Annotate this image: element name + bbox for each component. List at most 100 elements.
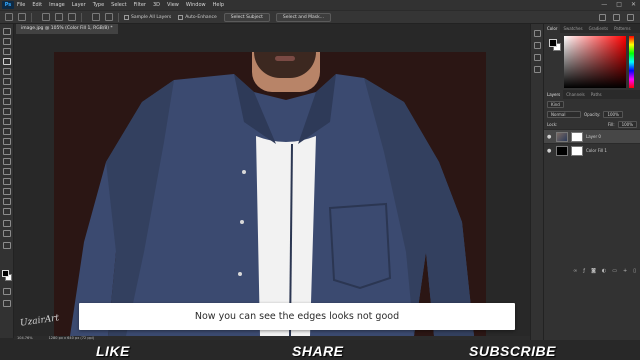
color-picker-field[interactable]	[564, 36, 626, 88]
menu-filter[interactable]: Filter	[134, 2, 146, 8]
layer-name: Layer 0	[586, 134, 601, 139]
workspace-icon[interactable]	[613, 14, 620, 21]
menu-image[interactable]: Image	[49, 2, 65, 8]
dodge-tool-icon[interactable]	[3, 168, 11, 175]
history-brush-tool-icon[interactable]	[3, 128, 11, 135]
healing-brush-tool-icon[interactable]	[3, 98, 11, 105]
brush-size-icon[interactable]	[92, 13, 100, 21]
foreground-swatch[interactable]	[549, 39, 557, 47]
trash-icon[interactable]: ▯	[633, 268, 636, 276]
zoom-level[interactable]: 104.76%	[17, 336, 33, 340]
tab-channels[interactable]: Channels	[563, 90, 588, 99]
tab-color[interactable]: Color	[544, 24, 561, 33]
caption-text: Now you can see the edges looks not good	[194, 311, 400, 322]
document-tab[interactable]: image.jpg @ 105% (Color Fill 1, RGB/8) *	[16, 24, 118, 34]
panel-icon-strip	[530, 24, 544, 340]
maximize-button[interactable]: □	[616, 1, 622, 8]
opacity-input[interactable]: 100%	[603, 110, 623, 118]
path-selection-tool-icon[interactable]	[3, 198, 11, 205]
subtract-from-selection-icon[interactable]	[68, 13, 76, 21]
layer-row[interactable]: ● Layer 0	[544, 129, 640, 143]
move-tool-icon[interactable]	[3, 28, 11, 35]
clone-stamp-tool-icon[interactable]	[3, 118, 11, 125]
sample-all-layers-checkbox[interactable]: Sample All Layers	[124, 14, 171, 20]
folder-icon[interactable]: ▭	[612, 268, 617, 276]
hue-slider[interactable]	[629, 36, 634, 88]
menu-select[interactable]: Select	[111, 2, 126, 8]
layer-mask-thumbnail[interactable]	[571, 131, 583, 142]
adjustments-icon[interactable]	[534, 54, 541, 61]
zoom-tool-icon[interactable]	[3, 230, 11, 237]
select-subject-button[interactable]: Select Subject	[223, 12, 270, 22]
add-to-selection-icon[interactable]	[55, 13, 63, 21]
tab-layers[interactable]: Layers	[544, 90, 564, 99]
tab-patterns[interactable]: Patterns	[611, 24, 633, 33]
auto-enhance-checkbox[interactable]: Auto-Enhance	[178, 14, 217, 20]
quick-selection-tool-icon[interactable]	[3, 58, 11, 65]
quick-mask-icon[interactable]	[3, 288, 11, 295]
menu-layer[interactable]: Layer	[72, 2, 86, 8]
share-icon[interactable]	[627, 14, 634, 21]
fill-input[interactable]: 100%	[617, 120, 637, 128]
frame-tool-icon[interactable]	[3, 78, 11, 85]
angle-icon[interactable]	[105, 13, 113, 21]
lasso-tool-icon[interactable]	[3, 48, 11, 55]
visibility-eye-icon[interactable]: ●	[547, 148, 553, 154]
link-icon[interactable]: ∞	[573, 268, 577, 276]
menu-edit[interactable]: Edit	[32, 2, 42, 8]
select-and-mask-button[interactable]: Select and Mask...	[275, 12, 332, 22]
type-tool-icon[interactable]	[3, 188, 11, 195]
menu-help[interactable]: Help	[213, 2, 224, 8]
canvas-area[interactable]	[14, 34, 530, 336]
properties-icon[interactable]	[534, 42, 541, 49]
gradient-tool-icon[interactable]	[3, 148, 11, 155]
blur-tool-icon[interactable]	[3, 158, 11, 165]
adjustment-icon[interactable]: ◐	[602, 268, 606, 276]
lock-row: Lock: Fill: 100%	[544, 119, 640, 129]
shirt-button	[242, 170, 246, 174]
lock-label: Lock:	[547, 121, 558, 127]
photoshop-logo: Ps	[2, 1, 14, 9]
home-icon[interactable]	[5, 13, 13, 21]
eyedropper-tool-icon[interactable]	[3, 88, 11, 95]
share-cta: SHARE	[292, 343, 344, 359]
rectangle-tool-icon[interactable]	[3, 208, 11, 215]
layer-name: Color Fill 1	[586, 148, 607, 153]
pen-tool-icon[interactable]	[3, 178, 11, 185]
mask-icon[interactable]: ◙	[591, 268, 596, 276]
history-icon[interactable]	[534, 30, 541, 37]
menu-type[interactable]: Type	[93, 2, 104, 8]
blend-mode-select[interactable]: Normal	[547, 110, 581, 118]
checkbox-box[interactable]	[124, 14, 129, 20]
layer-row[interactable]: ● Color Fill 1	[544, 143, 640, 157]
hand-tool-icon[interactable]	[3, 220, 11, 227]
checkbox-box[interactable]	[178, 14, 184, 20]
minimize-button[interactable]: —	[601, 1, 607, 8]
menu-3d[interactable]: 3D	[153, 2, 160, 8]
visibility-eye-icon[interactable]: ●	[547, 134, 553, 140]
libraries-icon[interactable]	[534, 66, 541, 73]
more-tools-icon[interactable]	[3, 242, 11, 249]
kind-filter-select[interactable]: Kind	[547, 100, 564, 108]
quick-selection-tool-icon[interactable]	[18, 13, 26, 21]
menu-view[interactable]: View	[167, 2, 179, 8]
eraser-tool-icon[interactable]	[3, 138, 11, 145]
crop-tool-icon[interactable]	[3, 68, 11, 75]
layer-mask-thumbnail[interactable]	[571, 145, 583, 156]
marquee-tool-icon[interactable]	[3, 38, 11, 45]
fx-icon[interactable]: ƒ	[583, 268, 585, 276]
search-icon[interactable]	[599, 14, 606, 21]
tab-swatches[interactable]: Swatches	[560, 24, 585, 33]
screen-mode-icon[interactable]	[3, 300, 11, 307]
new-layer-icon[interactable]: +	[623, 268, 627, 276]
new-selection-icon[interactable]	[42, 13, 50, 21]
menu-window[interactable]: Window	[186, 2, 206, 8]
close-button[interactable]: ✕	[631, 1, 636, 8]
foreground-background-colors[interactable]	[2, 270, 12, 282]
brush-tool-icon[interactable]	[3, 108, 11, 115]
foreground-color-swatch[interactable]	[2, 270, 9, 277]
tab-gradients[interactable]: Gradients	[586, 24, 612, 33]
tab-paths[interactable]: Paths	[588, 90, 605, 99]
document-canvas[interactable]	[54, 52, 486, 336]
menu-file[interactable]: File	[17, 2, 25, 8]
